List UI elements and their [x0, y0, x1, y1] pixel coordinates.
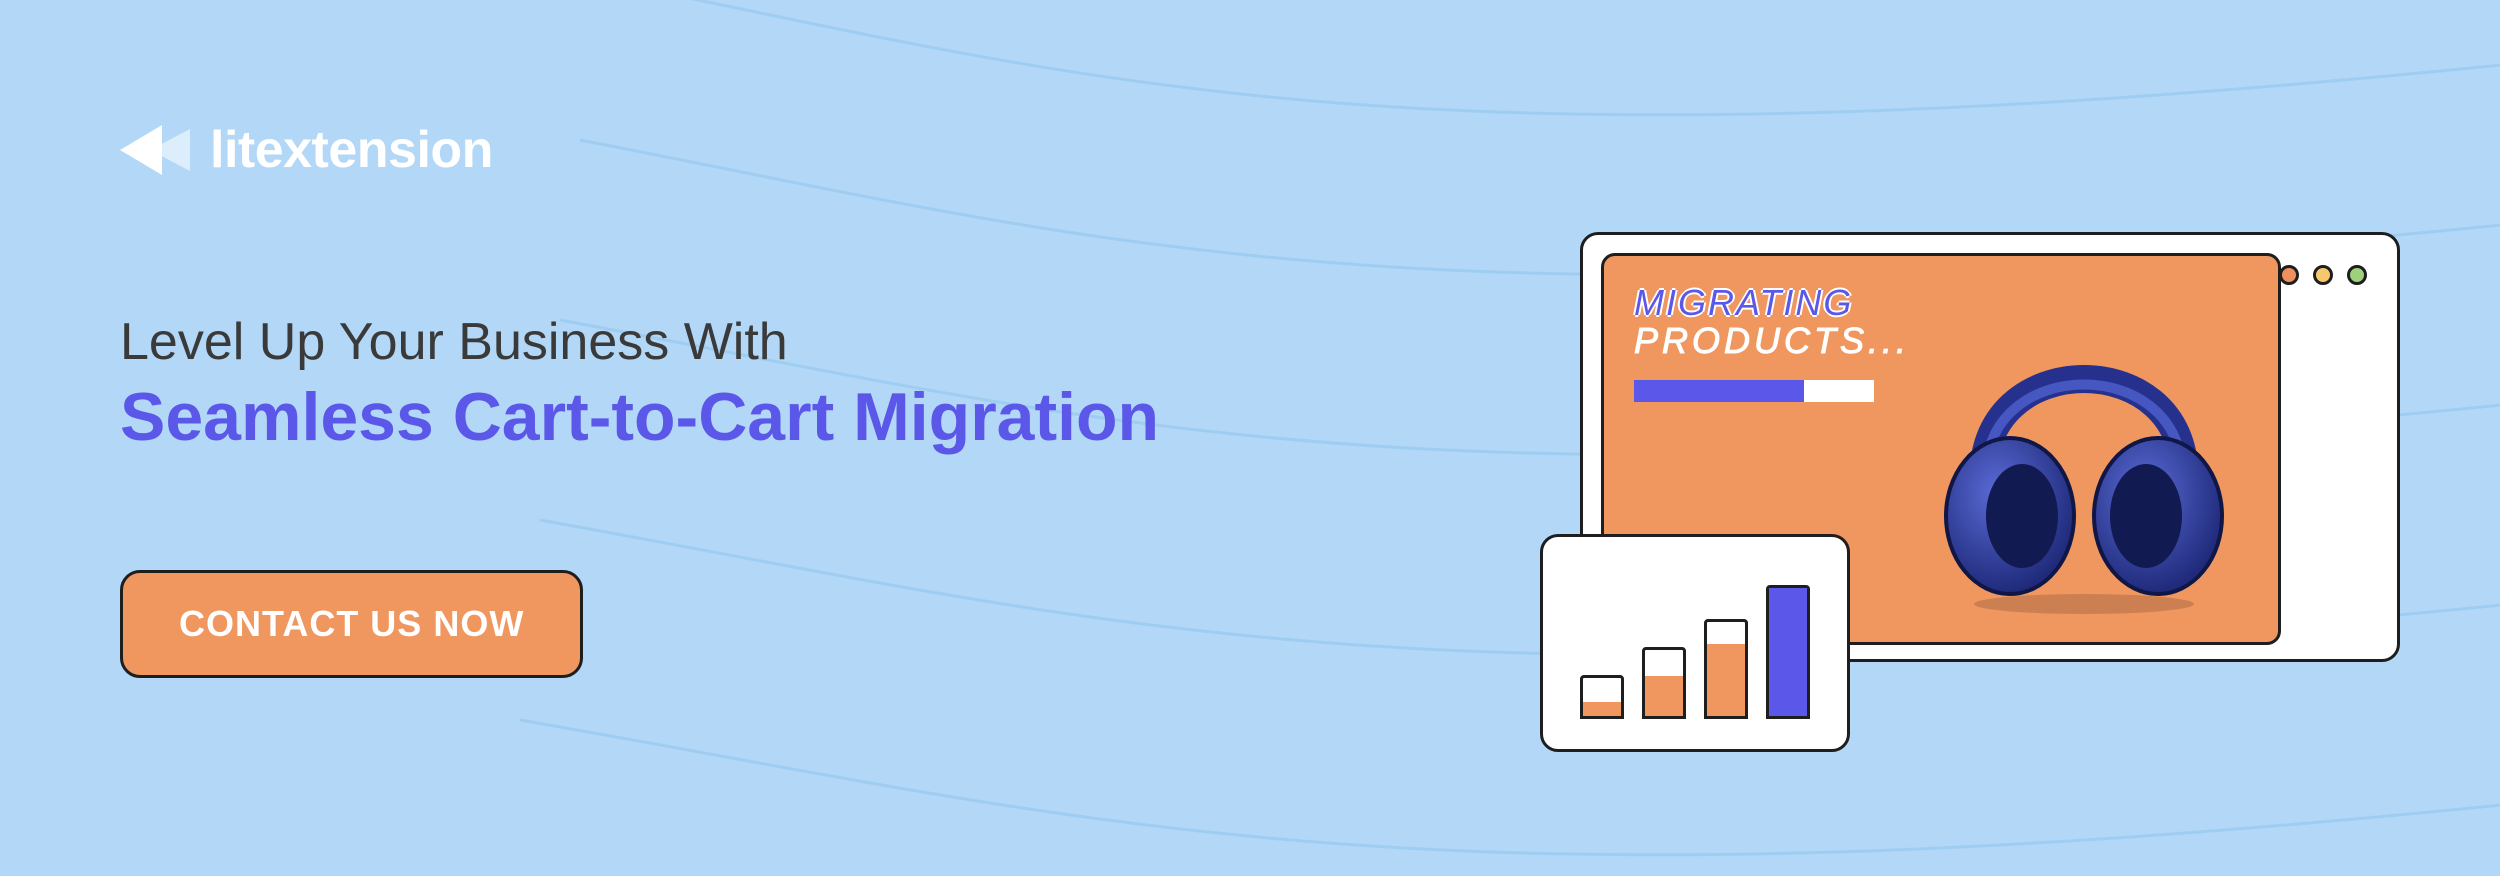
progress-fill [1634, 380, 1804, 402]
window-dot-red-icon [2279, 265, 2299, 285]
window-controls [2279, 265, 2367, 285]
brand-logo: litextension [120, 120, 493, 180]
hero-headline: Seamless Cart-to-Cart Migration [120, 378, 1159, 456]
chart-card [1540, 534, 1850, 752]
hero-copy: Level Up Your Business With Seamless Car… [120, 312, 1159, 456]
brand-logo-icon [120, 121, 192, 179]
headphones-icon [1914, 284, 2254, 614]
contact-us-button[interactable]: CONTACT US NOW [120, 570, 583, 678]
progress-track [1804, 380, 1874, 402]
window-dot-yellow-icon [2313, 265, 2333, 285]
window-dot-green-icon [2347, 265, 2367, 285]
chart-bar [1642, 647, 1686, 719]
brand-logo-text: litextension [210, 120, 493, 180]
chart-bar [1766, 585, 1810, 719]
cta-label: CONTACT US NOW [179, 603, 524, 645]
chart-bar [1580, 675, 1624, 719]
hero-tagline: Level Up Your Business With [120, 312, 1159, 372]
chart-bar [1704, 619, 1748, 719]
hero-illustration: MIGRATING PRODUCTS... [1540, 232, 2400, 752]
